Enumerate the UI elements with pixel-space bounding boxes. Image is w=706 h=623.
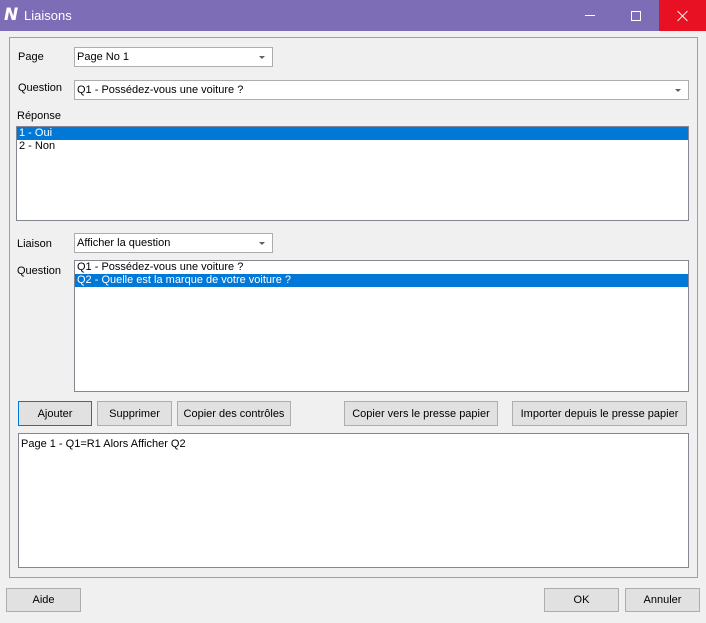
liaison-select[interactable]: Afficher la question [74,233,273,253]
importer-presse-papier-button[interactable]: Importer depuis le presse papier [512,401,687,426]
list-item[interactable]: 1 - Oui [17,127,688,140]
window-title: Liaisons [24,8,72,23]
minimize-button[interactable] [567,0,613,31]
target-question-listbox[interactable]: Q1 - Possédez-vous une voiture ? Q2 - Qu… [74,260,689,392]
app-logo-icon: N [4,5,19,25]
page-select[interactable]: Page No 1 [74,47,273,67]
minimize-icon [585,15,595,16]
reponse-listbox[interactable]: 1 - Oui 2 - Non [16,126,689,221]
chevron-down-icon [675,89,681,92]
question-label: Question [18,82,63,94]
copier-presse-papier-button[interactable]: Copier vers le presse papier [344,401,498,426]
close-button[interactable] [659,0,706,31]
chevron-down-icon [259,242,265,245]
page-label: Page [18,51,44,63]
liaisons-result-textarea[interactable]: Page 1 - Q1=R1 Alors Afficher Q2 [18,433,689,568]
list-item[interactable]: Q1 - Possédez-vous une voiture ? [75,261,688,274]
close-icon [677,10,689,22]
list-item[interactable]: 2 - Non [17,140,688,153]
list-item[interactable]: Q2 - Quelle est la marque de votre voitu… [75,274,688,287]
copier-controles-button[interactable]: Copier des contrôles [177,401,291,426]
target-question-label: Question [17,265,62,277]
chevron-down-icon [259,56,265,59]
maximize-button[interactable] [613,0,659,31]
liaison-select-value: Afficher la question [77,237,171,249]
reponse-label: Réponse [17,110,62,122]
supprimer-button[interactable]: Supprimer [97,401,172,426]
maximize-icon [631,10,641,21]
question-select-value: Q1 - Possédez-vous une voiture ? [77,84,244,96]
liaison-label: Liaison [17,238,52,250]
aide-button[interactable]: Aide [6,588,81,612]
annuler-button[interactable]: Annuler [625,588,700,612]
question-select[interactable]: Q1 - Possédez-vous une voiture ? [74,80,689,100]
ajouter-button[interactable]: Ajouter [18,401,92,426]
page-select-value: Page No 1 [77,51,129,63]
ok-button[interactable]: OK [544,588,619,612]
title-bar: N Liaisons [0,0,706,31]
